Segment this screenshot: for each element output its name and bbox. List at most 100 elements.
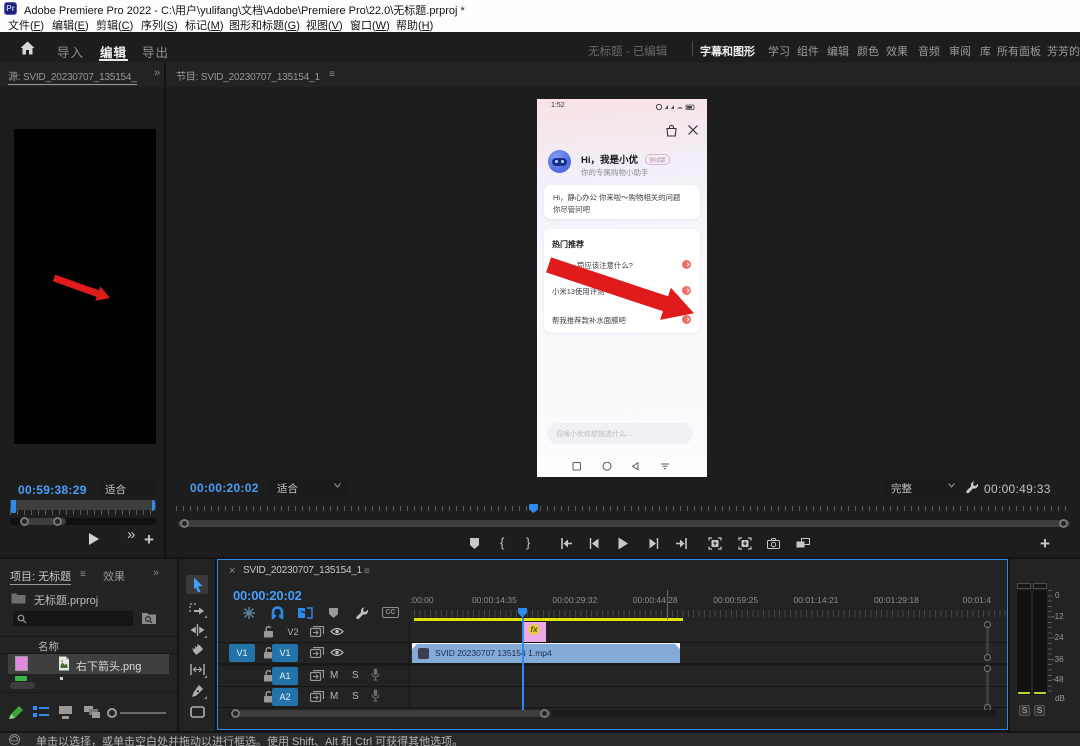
video-vscrollbar[interactable] — [984, 622, 991, 660]
source-zoom-select[interactable]: 适合 — [99, 481, 156, 496]
v2-sync-lock-icon[interactable] — [310, 626, 324, 637]
timeline-zoom-handle-right[interactable] — [540, 709, 549, 718]
v2-track-name[interactable]: V2 — [280, 627, 306, 637]
export-frame-button[interactable] — [767, 538, 780, 549]
a1-mute-button[interactable]: M — [330, 670, 338, 681]
selection-tool[interactable] — [186, 575, 208, 594]
a2-mute-button[interactable]: M — [330, 691, 338, 702]
timeline-panel-menu-icon[interactable]: ≡ — [364, 566, 370, 577]
source-time-ruler[interactable] — [10, 500, 156, 510]
project-item-color-label[interactable] — [15, 656, 28, 671]
timeline-settings-wrench-icon[interactable] — [355, 606, 369, 620]
workspace-5[interactable]: 颜色 — [857, 43, 879, 59]
project-panel-menu-icon[interactable]: ≡ — [80, 569, 86, 580]
list-view-icon[interactable] — [33, 706, 49, 719]
program-zoom-handle-right[interactable] — [1059, 519, 1068, 528]
nav-tab-3[interactable]: 导出 — [142, 42, 169, 61]
v2-toggle-output-eye-icon[interactable] — [330, 627, 344, 636]
source-zoom-handle-left[interactable] — [20, 517, 29, 526]
v1-track-target[interactable]: V1 — [272, 644, 298, 662]
timeline-hscrollbar[interactable] — [228, 710, 997, 717]
a1-solo-button[interactable]: S — [352, 670, 359, 681]
source-zoom-scrollbar[interactable] — [10, 518, 156, 525]
program-zoom-thumb[interactable] — [178, 520, 1070, 527]
v1-sync-lock-icon[interactable] — [310, 647, 324, 658]
menu-6[interactable]: 图形和标题(G) — [229, 17, 300, 33]
menu-9[interactable]: 帮助(H) — [396, 17, 433, 33]
a2-track-target[interactable]: A2 — [272, 688, 298, 706]
source-add-button[interactable]: + — [144, 530, 154, 550]
ripple-edit-tool[interactable] — [186, 620, 208, 639]
menu-3[interactable]: 剪辑(C) — [96, 17, 133, 33]
meter-solo-right-button[interactable]: S — [1034, 705, 1045, 716]
program-timecode[interactable]: 00:00:20:02 — [190, 481, 259, 495]
program-panel-menu-icon[interactable]: ≡ — [329, 69, 335, 80]
program-zoom-select[interactable]: 适合 — [270, 480, 346, 495]
tab-effects[interactable]: 效果 — [103, 568, 125, 584]
mark-out-button[interactable]: } — [526, 535, 530, 550]
lift-button[interactable] — [708, 537, 722, 550]
meter-clip-indicator-right[interactable] — [1033, 583, 1047, 589]
tab-timeline-sequence[interactable]: SVID_20230707_135154_1 — [243, 565, 362, 576]
workspace-9[interactable]: 库 — [980, 43, 991, 59]
icon-view-icon[interactable] — [58, 706, 73, 719]
timeline-playhead-line[interactable] — [522, 618, 524, 713]
menu-2[interactable]: 编辑(E) — [52, 17, 89, 33]
step-back-button[interactable] — [589, 538, 600, 549]
project-column-name[interactable]: 名称 — [38, 639, 59, 654]
go-to-in-button[interactable] — [560, 538, 573, 549]
meter-clip-indicator-left[interactable] — [1017, 583, 1031, 589]
source-play-button[interactable] — [87, 532, 100, 546]
a1-voiceover-mic-icon[interactable] — [371, 668, 380, 681]
project-overflow-chevron[interactable]: » — [153, 567, 159, 579]
clip-v1-video[interactable]: SVID 20230707 135154 1.mp4 — [412, 643, 680, 663]
timeline-add-marker-icon[interactable] — [328, 607, 339, 619]
home-icon[interactable] — [20, 41, 35, 55]
tab-project[interactable]: 项目: 无标题 — [10, 568, 71, 584]
workspace-1[interactable]: 字幕和图形 — [700, 43, 755, 59]
nav-tab-1[interactable]: 导入 — [57, 42, 84, 61]
meter-channel-left[interactable] — [1017, 590, 1031, 695]
a2-solo-button[interactable]: S — [352, 691, 359, 702]
timeline-hscrollbar-thumb[interactable] — [231, 710, 551, 717]
a2-sync-lock-icon[interactable] — [310, 691, 324, 702]
project-bin-name[interactable]: 无标题.prproj — [34, 592, 98, 608]
menu-7[interactable]: 视图(V) — [306, 17, 343, 33]
tab-program-monitor[interactable]: 节目: SVID_20230707_135154_1 — [176, 68, 320, 83]
workspace-4[interactable]: 编辑 — [827, 43, 849, 59]
audio-vscrollbar[interactable] — [984, 666, 991, 710]
source-timecode[interactable]: 00:59:38:29 — [18, 483, 87, 497]
program-ruler-ticks[interactable] — [176, 506, 1070, 511]
project-item-row[interactable]: 右下箭头.png — [8, 654, 169, 674]
project-search-input[interactable] — [13, 611, 133, 626]
program-zoom-scrollbar[interactable] — [178, 520, 1070, 527]
menu-5[interactable]: 标记(M) — [185, 17, 224, 33]
menu-1[interactable]: 文件(F) — [8, 17, 44, 33]
timeline-ruler[interactable]: :00:0000:00:14:3500:00:29:3200:00:44:280… — [410, 588, 1007, 620]
razor-tool[interactable] — [186, 640, 208, 659]
v1-toggle-output-eye-icon[interactable] — [330, 648, 344, 657]
program-zoom-handle-left[interactable] — [180, 519, 189, 528]
program-settings-wrench-icon[interactable] — [965, 480, 979, 494]
linked-selection-icon[interactable] — [297, 606, 313, 620]
project-hscrollbar[interactable] — [10, 682, 35, 689]
project-writable-icon[interactable] — [8, 705, 25, 720]
timeline-tab-close-icon[interactable]: × — [229, 565, 235, 577]
a2-voiceover-mic-icon[interactable] — [371, 689, 380, 702]
workspace-10[interactable]: 所有面板 — [997, 43, 1041, 59]
project-item-name[interactable]: 右下箭头.png — [76, 658, 141, 674]
slip-tool[interactable] — [186, 660, 208, 679]
project-find-icon[interactable] — [141, 611, 157, 625]
workspace-6[interactable]: 效果 — [886, 43, 908, 59]
meter-channel-right[interactable] — [1033, 590, 1047, 695]
work-area-bar[interactable] — [414, 618, 683, 621]
program-resolution-select[interactable]: 完整 — [884, 480, 960, 495]
snap-magnet-icon[interactable] — [270, 606, 285, 620]
project-zoom-slider[interactable] — [120, 712, 166, 714]
v2-lock-icon[interactable] — [263, 625, 274, 638]
workspace-8[interactable]: 审阅 — [949, 43, 971, 59]
workspace-3[interactable]: 组件 — [797, 43, 819, 59]
creative-cloud-icon[interactable] — [9, 734, 20, 745]
nest-insert-icon[interactable] — [242, 606, 256, 620]
tab-source-monitor[interactable]: 源: SVID_20230707_135154_ — [8, 68, 137, 83]
